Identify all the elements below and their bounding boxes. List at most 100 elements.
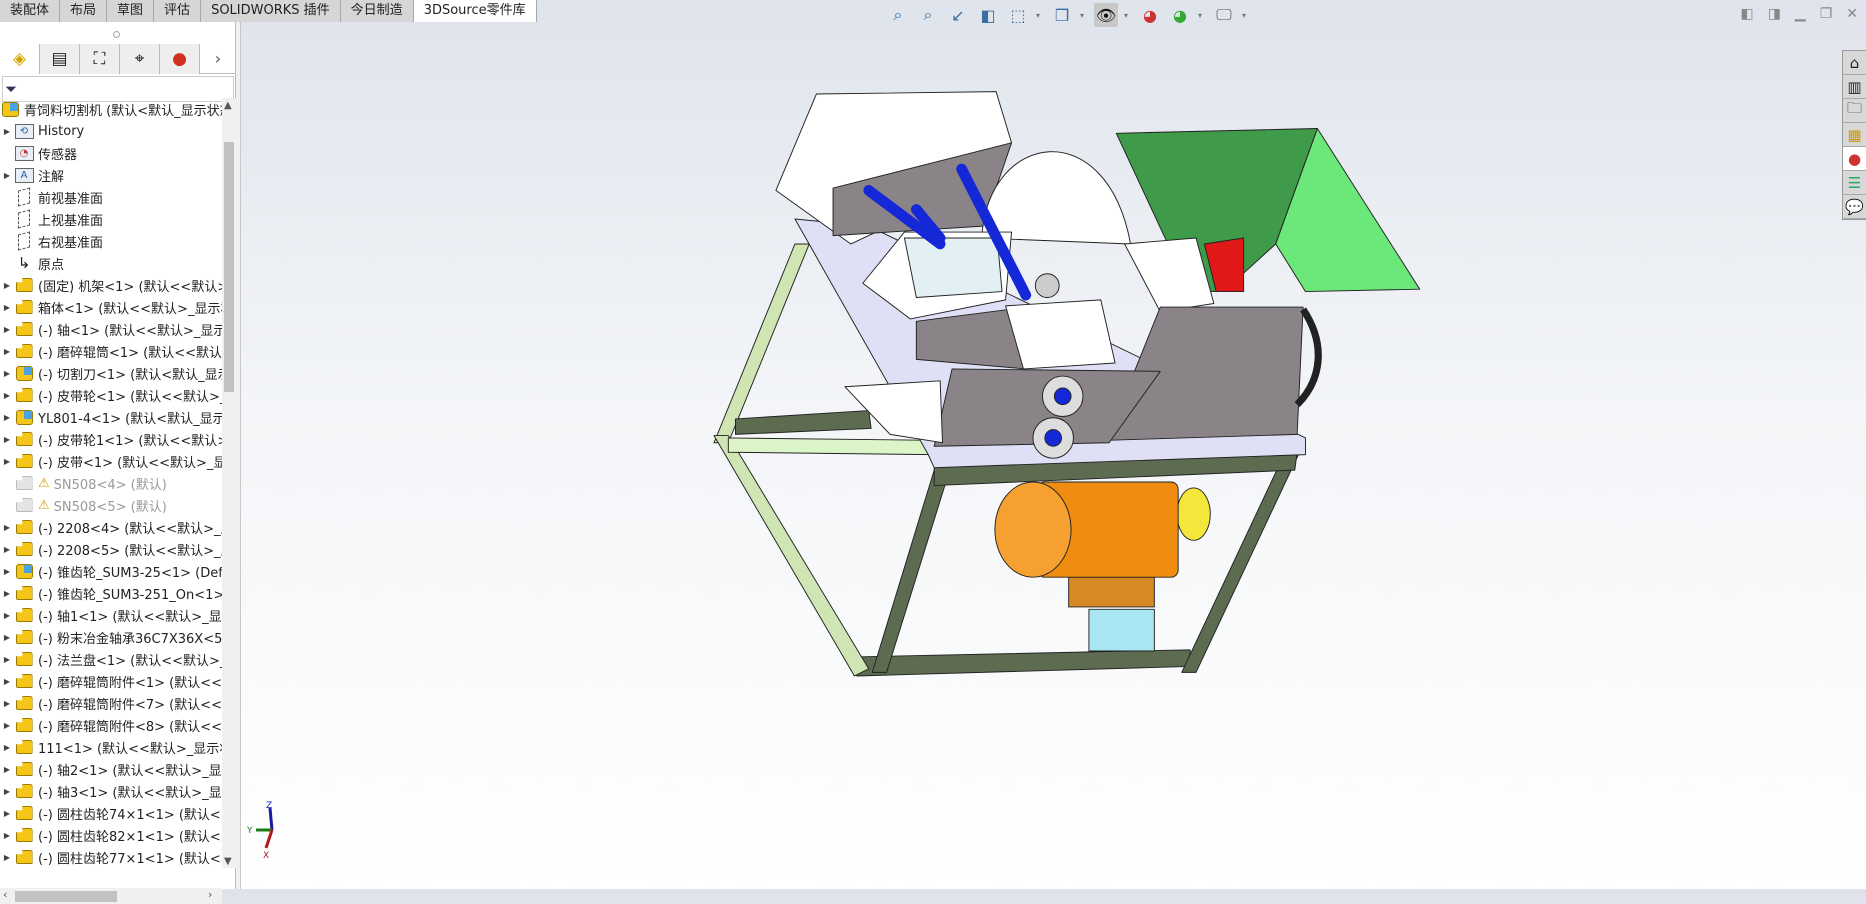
expand-arrow-icon[interactable]: ▶ [0, 171, 14, 180]
configuration-manager-tab[interactable]: ⛶ [80, 44, 120, 74]
horizontal-scrollbar[interactable]: ‹ › [0, 888, 222, 904]
appearances-icon[interactable]: ● [1843, 147, 1866, 171]
zoom-to-fit-icon[interactable]: ⌕ [886, 3, 910, 27]
tree-item[interactable]: ⚠ SN508<4> (默认) [0, 472, 222, 494]
tree-item[interactable]: 青饲料切割机 (默认<默认_显示状态-1>) [0, 98, 222, 120]
expand-arrow-icon[interactable]: ▶ [0, 457, 14, 466]
panel-splitter[interactable] [236, 22, 241, 889]
tree-item[interactable]: ▶ (-) 2208<4> (默认<<默认>_显示状态 1>) [0, 516, 222, 538]
expand-arrow-icon[interactable]: ▶ [0, 303, 14, 312]
tile-left-icon[interactable]: ◧ [1740, 6, 1753, 22]
view-settings-icon[interactable]: 🖵 [1212, 3, 1236, 27]
expand-arrow-icon[interactable]: ▶ [0, 127, 14, 136]
tree-item[interactable]: ▶ (-) 皮带轮<1> (默认<<默认>_显示状态 1>) [0, 384, 222, 406]
tree-item[interactable]: ▶ 111<1> (默认<<默认>_显示状态 1>) [0, 736, 222, 758]
tree-item[interactable]: ▶ (-) 轴3<1> (默认<<默认>_显示状态 1>) [0, 780, 222, 802]
tree-item[interactable]: ▶ (-) 圆柱齿轮77×1<1> (默认<<默认>) [0, 846, 222, 868]
tree-item[interactable]: 前视基准面 [0, 186, 222, 208]
expand-arrow-icon[interactable]: ▶ [0, 567, 14, 576]
tab-evaluate[interactable]: 评估 [154, 0, 202, 22]
expand-arrow-icon[interactable]: ▶ [0, 281, 14, 290]
expand-arrow-icon[interactable]: ▶ [0, 325, 14, 334]
expand-arrow-icon[interactable]: ▶ [0, 369, 14, 378]
tile-right-icon[interactable]: ◨ [1768, 6, 1781, 22]
tree-item[interactable]: ▶ (-) 锥齿轮_SUM3-25<1> (Default) [0, 560, 222, 582]
expand-arrow-icon[interactable]: ▶ [0, 743, 14, 752]
expand-arrow-icon[interactable]: ▶ [0, 853, 14, 862]
expand-arrow-icon[interactable]: ▶ [0, 347, 14, 356]
expand-arrow-icon[interactable]: ▶ [0, 677, 14, 686]
tree-item[interactable]: 右视基准面 [0, 230, 222, 252]
expand-arrow-icon[interactable]: ▶ [0, 611, 14, 620]
file-explorer-icon[interactable]: 🗀 [1843, 99, 1866, 123]
display-style-icon[interactable]: ❒ [1050, 3, 1074, 27]
tab-solidworks-addins[interactable]: SOLIDWORKS 插件 [201, 0, 341, 22]
chevron-down-icon[interactable]: ▾ [1124, 11, 1132, 20]
forum-icon[interactable]: 💬 [1843, 195, 1866, 219]
tree-item[interactable]: ▶ (固定) 机架<1> (默认<<默认>_显示状态 1>) [0, 274, 222, 296]
expand-arrow-icon[interactable]: ▶ [0, 589, 14, 598]
tab-sketch[interactable]: 草图 [107, 0, 155, 22]
tree-item[interactable]: ▶ (-) 磨碎辊筒<1> (默认<<默认>_显示状态 1>) [0, 340, 222, 362]
display-manager-tab[interactable]: ● [160, 44, 200, 74]
expand-arrow-icon[interactable]: ▶ [0, 633, 14, 642]
tree-item[interactable]: ▶ (-) 法兰盘<1> (默认<<默认>_显示状态 1>) [0, 648, 222, 670]
scroll-left-icon[interactable]: ‹ [3, 888, 7, 901]
expand-arrow-icon[interactable]: ▶ [0, 545, 14, 554]
tree-item[interactable]: ▶ (-) 粉末冶金轴承36C7X36X<5> ( [0, 626, 222, 648]
minimize-icon[interactable]: ▁ [1795, 6, 1806, 22]
expand-arrow-icon[interactable]: ▶ [0, 523, 14, 532]
tree-item[interactable]: ▶ YL801-4<1> (默认<默认_显示状态-1>) [0, 406, 222, 428]
scroll-up-icon[interactable]: ▲ [224, 100, 232, 111]
chevron-down-icon[interactable]: ▾ [1080, 11, 1088, 20]
expand-arrow-icon[interactable]: ▶ [0, 413, 14, 422]
previous-view-icon[interactable]: ↙ [946, 3, 970, 27]
tab-3dsource[interactable]: 3DSource零件库 [413, 0, 537, 22]
tree-item[interactable]: ▶ (-) 皮带<1> (默认<<默认>_显示状态 1>) [0, 450, 222, 472]
view-orientation-icon[interactable]: ⬚ [1006, 3, 1030, 27]
expand-arrow-icon[interactable]: ▶ [0, 655, 14, 664]
expand-arrow-icon[interactable]: ▶ [0, 809, 14, 818]
3d-model-viewport[interactable] [0, 0, 1866, 889]
tree-item[interactable]: ▶ 箱体<1> (默认<<默认>_显示状态 1>) [0, 296, 222, 318]
tree-item[interactable]: ▶ (-) 轴1<1> (默认<<默认>_显示状态 1>) [0, 604, 222, 626]
chevron-down-icon[interactable]: ▾ [1242, 11, 1250, 20]
hide-show-items-icon[interactable]: 👁 [1094, 3, 1118, 27]
custom-properties-icon[interactable]: ☰ [1843, 171, 1866, 195]
design-library-icon[interactable]: ▥ [1843, 75, 1866, 99]
tree-item[interactable]: ▶ ⟲ History [0, 120, 222, 142]
vertical-scroll-thumb[interactable] [224, 142, 234, 392]
chevron-right-icon[interactable]: › [200, 44, 236, 73]
chevron-down-icon[interactable]: ▾ [1198, 11, 1206, 20]
close-icon[interactable]: ✕ [1846, 6, 1858, 22]
tree-item[interactable]: ▶ (-) 圆柱齿轮74×1<1> (默认<<默认>) [0, 802, 222, 824]
tree-item[interactable]: ▶ (-) 锥齿轮_SUM3-251_On<1> ( [0, 582, 222, 604]
edit-appearance-icon[interactable]: ◕ [1138, 3, 1162, 27]
tree-item[interactable]: ▶ (-) 轴<1> (默认<<默认>_显示状态 1>) [0, 318, 222, 340]
feature-manager-tab[interactable]: ◈ [0, 44, 40, 74]
expand-arrow-icon[interactable]: ▶ [0, 721, 14, 730]
tree-item[interactable]: ▶ A 注解 [0, 164, 222, 186]
scroll-right-icon[interactable]: › [208, 888, 212, 901]
tree-item[interactable]: ▶ (-) 圆柱齿轮82×1<1> (默认<<默认>) [0, 824, 222, 846]
tab-make-today[interactable]: 今日制造 [340, 0, 414, 22]
tree-item[interactable]: ▶ (-) 磨碎辊筒附件<7> (默认<<默认>) [0, 692, 222, 714]
apply-scene-icon[interactable]: ◕ [1168, 3, 1192, 27]
tree-item[interactable]: ▶ (-) 磨碎辊筒附件<1> (默认<<默认>) [0, 670, 222, 692]
tree-item[interactable]: ◔ 传感器 [0, 142, 222, 164]
tab-assembly[interactable]: 装配体 [0, 0, 61, 22]
section-view-icon[interactable]: ◧ [976, 3, 1000, 27]
tree-item[interactable]: ▶ (-) 皮带轮1<1> (默认<<默认>_显示状态 1>) [0, 428, 222, 450]
tree-item[interactable]: 上视基准面 [0, 208, 222, 230]
tree-item[interactable]: ⚠ SN508<5> (默认) [0, 494, 222, 516]
scroll-down-icon[interactable]: ▼ [224, 856, 232, 867]
tree-item[interactable]: ↳ 原点 [0, 252, 222, 274]
tree-item[interactable]: ▶ (-) 磨碎辊筒附件<8> (默认<<默认>) [0, 714, 222, 736]
view-palette-icon[interactable]: ▦ [1843, 123, 1866, 147]
expand-arrow-icon[interactable]: ▶ [0, 435, 14, 444]
expand-arrow-icon[interactable]: ▶ [0, 765, 14, 774]
expand-arrow-icon[interactable]: ▶ [0, 831, 14, 840]
tree-item[interactable]: ▶ (-) 2208<5> (默认<<默认>_显示状态 1>) [0, 538, 222, 560]
dimxpert-tab[interactable]: ⌖ [120, 44, 160, 74]
tree-item[interactable]: ▶ (-) 切割刀<1> (默认<默认_显示状态-1>) [0, 362, 222, 384]
